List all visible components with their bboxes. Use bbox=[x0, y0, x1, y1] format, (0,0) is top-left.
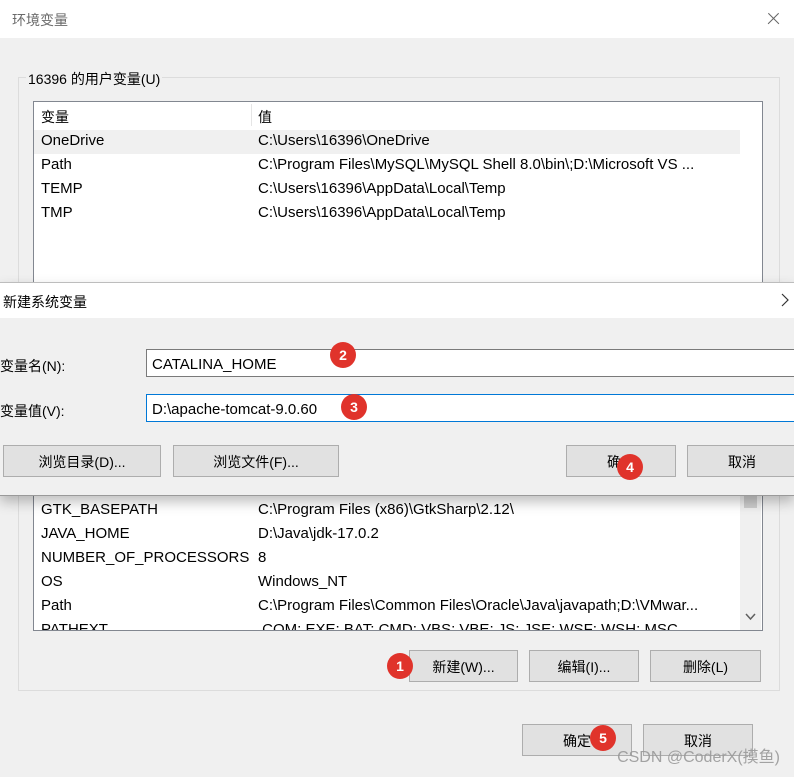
variable-value: C:\Users\16396\AppData\Local\Temp bbox=[258, 204, 506, 221]
variable-value: C:\Program Files (x86)\GtkSharp\2.12\ bbox=[258, 501, 514, 518]
column-header-value[interactable]: 值 bbox=[258, 107, 272, 127]
variable-value: C:\Program Files\Common Files\Oracle\Jav… bbox=[258, 597, 699, 614]
scrollbar-thumb[interactable] bbox=[744, 494, 757, 508]
system-variables-list[interactable]: GTK_BASEPATH C:\Program Files (x86)\GtkS… bbox=[33, 480, 763, 631]
delete-variable-button[interactable]: 删除(L) bbox=[650, 650, 761, 682]
variable-value-field[interactable] bbox=[146, 394, 794, 422]
table-row[interactable]: TEMP C:\Users\16396\AppData\Local\Temp bbox=[34, 178, 762, 202]
variable-name: Path bbox=[41, 156, 72, 173]
variable-value: C:\Users\16396\AppData\Local\Temp bbox=[258, 180, 506, 197]
step-badge: 1 bbox=[387, 653, 413, 679]
variable-name-label: 变量名(N): bbox=[0, 358, 66, 374]
dialog-cancel-button[interactable]: 取消 bbox=[687, 445, 794, 477]
close-icon[interactable] bbox=[780, 291, 794, 309]
variable-value: D:\Java\jdk-17.0.2 bbox=[258, 525, 379, 542]
variable-name: OneDrive bbox=[41, 132, 105, 149]
step-badge: 4 bbox=[617, 454, 643, 480]
table-row[interactable]: GTK_BASEPATH C:\Program Files (x86)\GtkS… bbox=[34, 499, 762, 523]
table-row[interactable]: OS Windows_NT bbox=[34, 571, 762, 595]
scrollbar[interactable] bbox=[740, 480, 761, 630]
user-variables-list[interactable]: 变量 值 OneDrive C:\Users\16396\OneDrive Pa… bbox=[33, 101, 763, 284]
step-badge: 5 bbox=[590, 725, 616, 751]
step-badge: 3 bbox=[341, 394, 367, 420]
table-row[interactable]: PATHEXT .COM;.EXE;.BAT;.CMD;.VBS;.VBE;.J… bbox=[34, 619, 762, 631]
table-row[interactable]: Path C:\Program Files\MySQL\MySQL Shell … bbox=[34, 154, 762, 178]
new-system-variable-dialog: 新建系统变量 变量名(N): 变量值(V): 浏览目录(D)... 浏览文件(F… bbox=[0, 282, 794, 496]
variable-value-label: 变量值(V): bbox=[0, 403, 65, 419]
variable-value: Windows_NT bbox=[258, 573, 348, 590]
list-header: 变量 值 bbox=[34, 102, 762, 128]
close-icon[interactable] bbox=[758, 6, 788, 32]
user-variables-label: 16396 的用户变量(U) bbox=[26, 69, 163, 89]
variable-name: Path bbox=[41, 597, 72, 614]
variable-name-field[interactable] bbox=[146, 349, 794, 377]
table-row[interactable]: JAVA_HOME D:\Java\jdk-17.0.2 bbox=[34, 523, 762, 547]
edit-variable-button[interactable]: 编辑(I)... bbox=[529, 650, 639, 682]
step-badge: 2 bbox=[330, 342, 356, 368]
variable-value: 8 bbox=[258, 549, 267, 566]
variable-name: PATHEXT bbox=[41, 621, 108, 631]
env-titlebar: 环境变量 bbox=[0, 0, 794, 38]
table-row[interactable]: Path C:\Program Files\Common Files\Oracl… bbox=[34, 595, 762, 619]
table-row[interactable]: TMP C:\Users\16396\AppData\Local\Temp bbox=[34, 202, 762, 226]
variable-name: NUMBER_OF_PROCESSORS bbox=[41, 549, 250, 566]
chevron-down-icon[interactable] bbox=[745, 613, 756, 621]
variable-name: GTK_BASEPATH bbox=[41, 501, 158, 518]
variable-name: TMP bbox=[41, 204, 73, 221]
variable-name: OS bbox=[41, 573, 63, 590]
table-row[interactable]: NUMBER_OF_PROCESSORS 8 bbox=[34, 547, 762, 571]
browse-directory-button[interactable]: 浏览目录(D)... bbox=[3, 445, 161, 477]
variable-value: C:\Users\16396\OneDrive bbox=[258, 132, 430, 149]
dialog-titlebar: 新建系统变量 bbox=[0, 283, 794, 318]
table-row[interactable]: OneDrive C:\Users\16396\OneDrive bbox=[34, 130, 740, 154]
dialog-title: 新建系统变量 bbox=[3, 294, 87, 310]
browse-file-button[interactable]: 浏览文件(F)... bbox=[173, 445, 339, 477]
column-header-name[interactable]: 变量 bbox=[41, 107, 69, 127]
variable-value: .COM;.EXE;.BAT;.CMD;.VBS;.VBE;.JS;.JSE;.… bbox=[258, 621, 678, 631]
watermark: CSDN @CoderX(摸鱼) bbox=[617, 749, 780, 766]
variable-name: JAVA_HOME bbox=[41, 525, 130, 542]
env-window-title: 环境变量 bbox=[12, 12, 68, 28]
column-divider[interactable] bbox=[251, 104, 252, 126]
variable-value: C:\Program Files\MySQL\MySQL Shell 8.0\b… bbox=[258, 156, 695, 173]
variable-name: TEMP bbox=[41, 180, 83, 197]
new-variable-button[interactable]: 新建(W)... bbox=[409, 650, 518, 682]
